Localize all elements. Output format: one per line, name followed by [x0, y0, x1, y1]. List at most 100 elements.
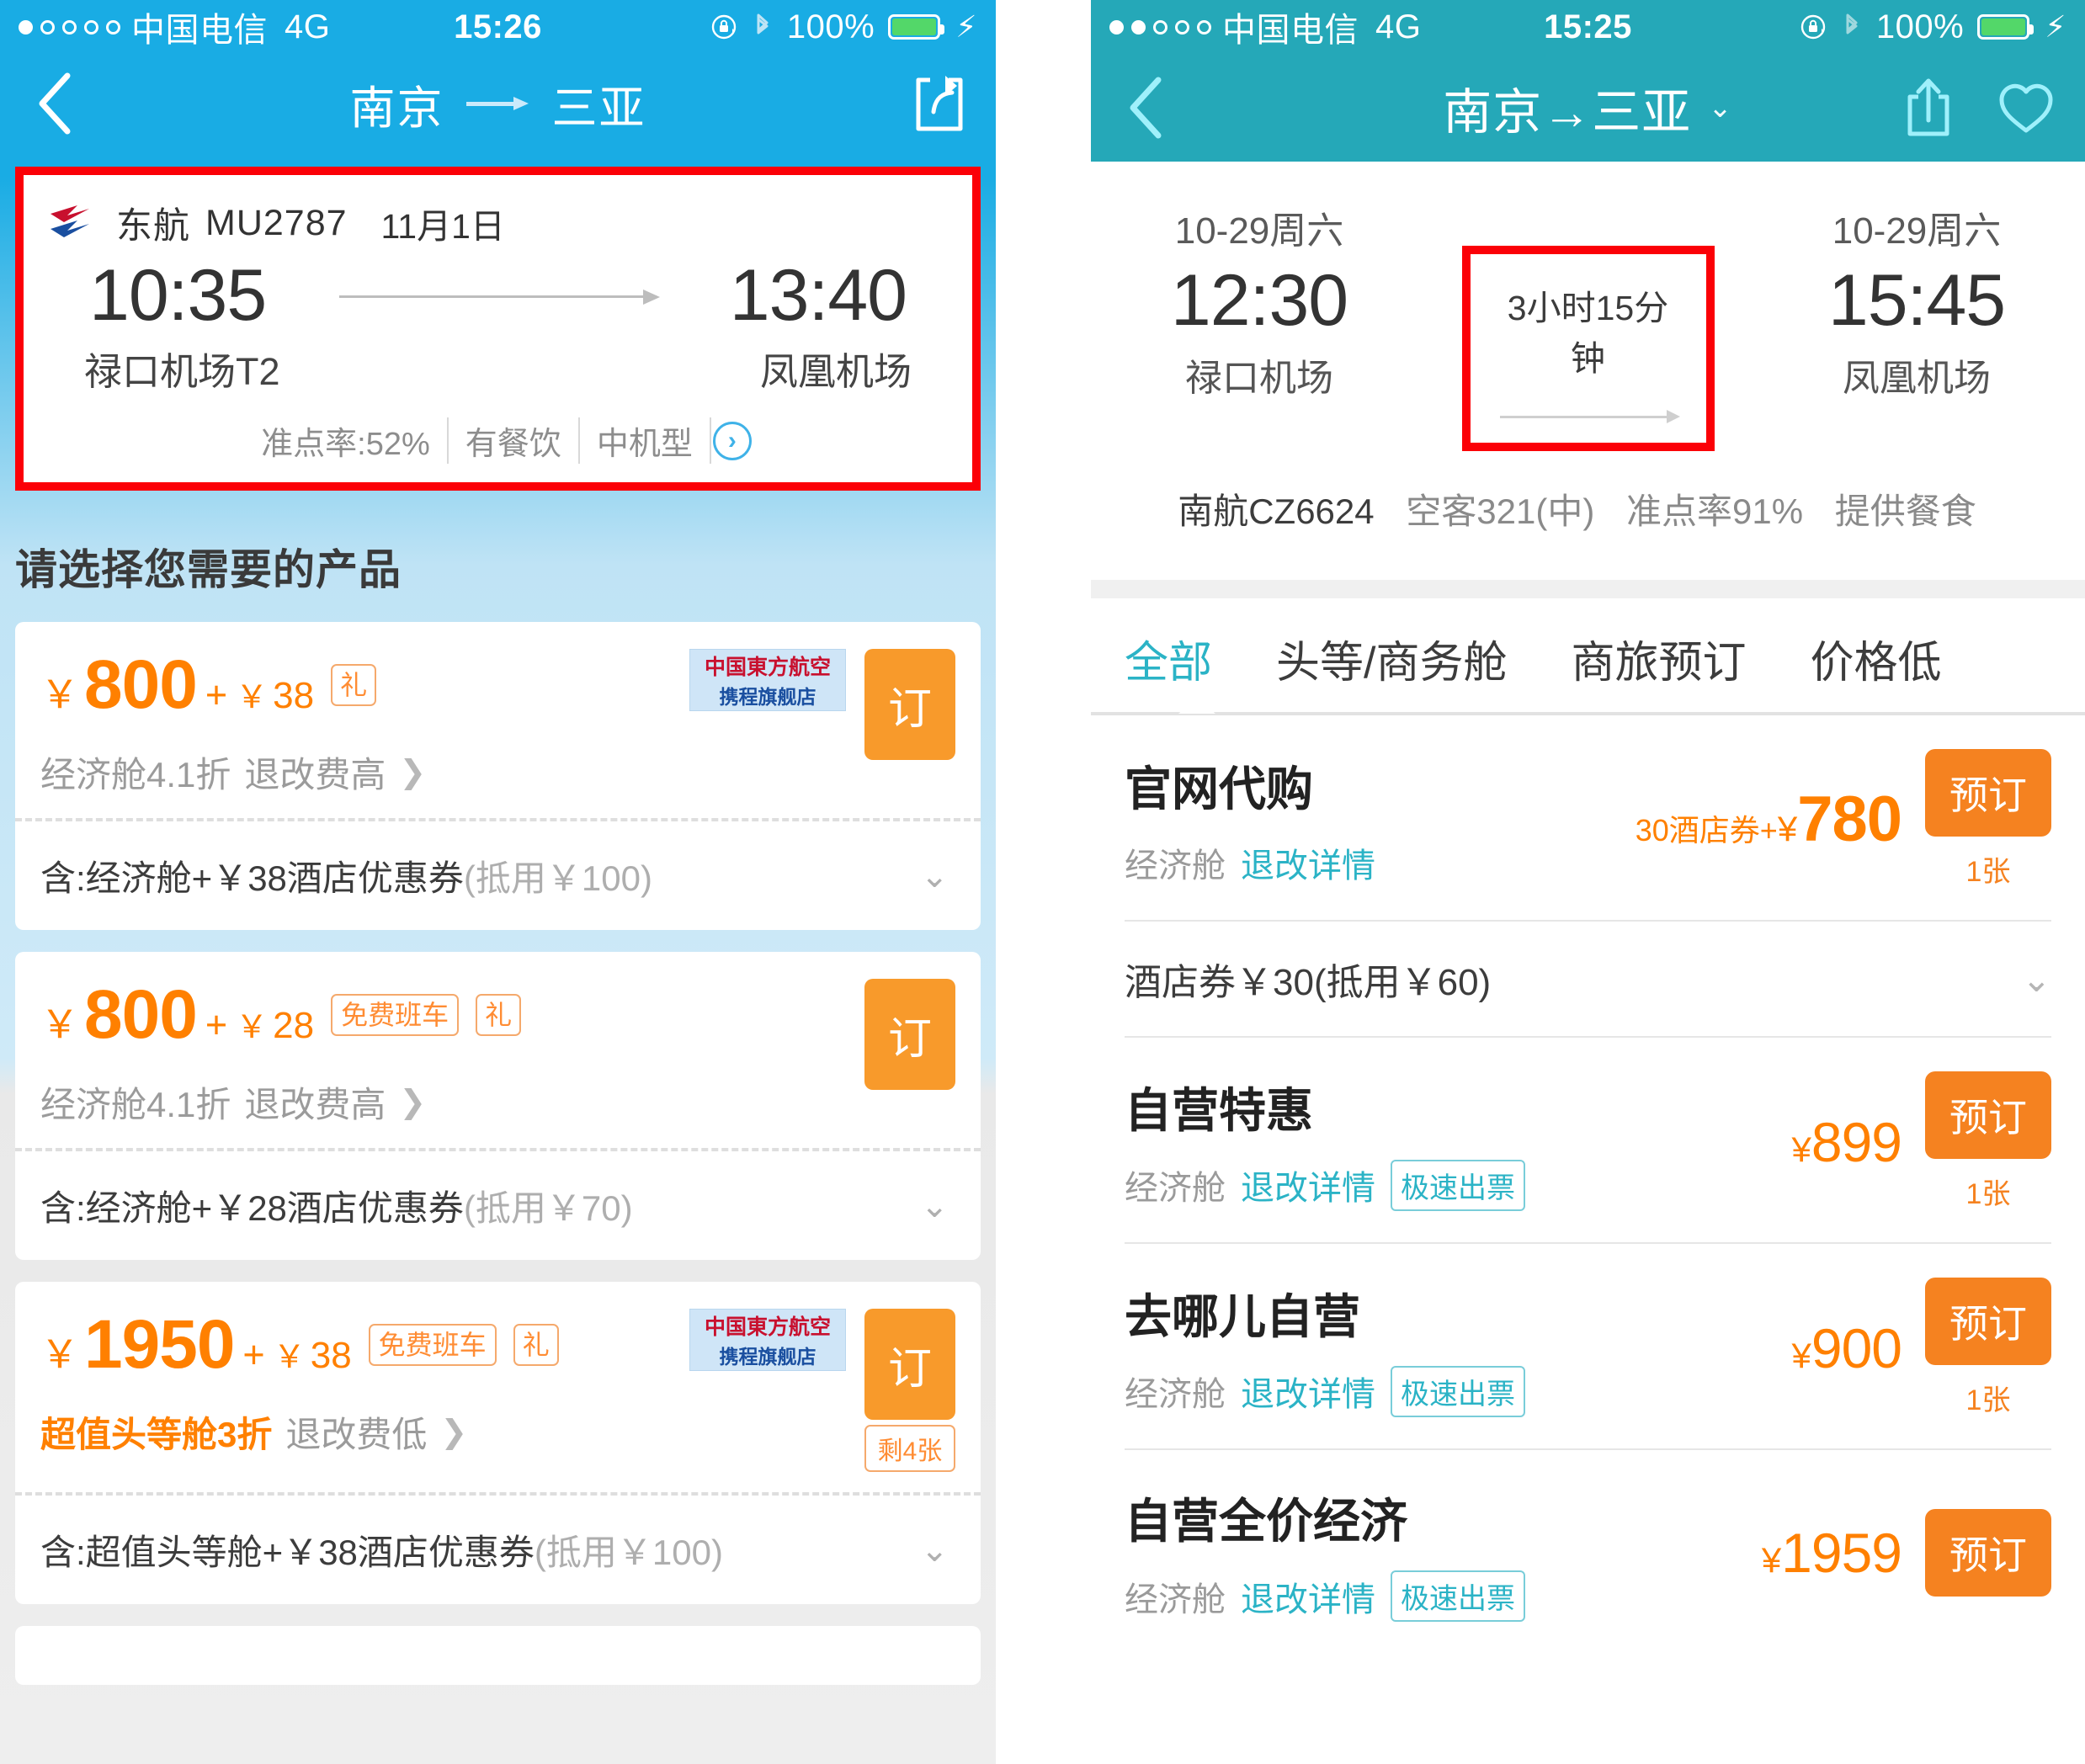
highlighted-flight-card[interactable]: 东航 MU2787 11月1日 10:35 13:40 禄口机场T2 凤凰机场 …	[15, 167, 981, 491]
offer-title: 去哪儿自营	[1125, 1289, 1360, 1343]
offer-price: 1959	[1781, 1522, 1902, 1584]
reserve-button[interactable]: 预订	[1925, 1278, 2051, 1365]
refund-policy-label: 退改费低	[285, 1415, 428, 1454]
offer-price-block: ¥ 900	[1792, 1316, 1902, 1380]
hotel-coupon-row[interactable]: 酒店券￥30(抵用￥60) ⌄	[1091, 922, 2085, 1036]
plus-symbol: +	[205, 673, 228, 716]
screenshot-gutter	[996, 0, 1091, 1764]
tab-business-travel[interactable]: 商旅预订	[1571, 627, 1746, 690]
product-price-row: ￥ 800 + ￥ 38 礼	[40, 646, 689, 725]
share-icon[interactable]	[1903, 77, 1954, 139]
flight-number-label: MU2787	[205, 202, 348, 243]
chevron-right-icon[interactable]: ❯	[399, 1083, 426, 1121]
chevron-down-icon[interactable]: ⌄	[920, 1187, 955, 1225]
product-actions: 中国東方航空 携程旗舰店 订	[689, 646, 955, 760]
carrier-flight-number: 南航CZ6624	[1178, 491, 1375, 531]
chevron-down-icon[interactable]: ⌄	[1708, 91, 1733, 125]
reserve-button-stack: 预订 1张	[1925, 1278, 2051, 1418]
offer-subtitle-row: 经济舱 退改详情 极速出票	[1125, 1365, 1792, 1417]
departure-airport: 禄口机场T2	[84, 350, 280, 393]
chevron-right-icon[interactable]: ❯	[399, 753, 426, 791]
reserve-button[interactable]: 预订	[1925, 749, 2051, 837]
product-include-row[interactable]: 含:超值头等舱+￥38酒店优惠券(抵用￥100) ⌄	[15, 1496, 981, 1604]
product-card[interactable]: ￥ 1950 + ￥ 38 免费班车 礼 超值头等舱3折 退改费低 ❯ 中国東方…	[15, 1282, 981, 1604]
product-include-row[interactable]: 含:经济舱+￥28酒店优惠券(抵用￥70) ⌄	[15, 1151, 981, 1260]
ontime-rate-label: 准点率:52%	[244, 417, 449, 464]
product-include-text: 含:超值头等舱+￥38酒店优惠券(抵用￥100)	[40, 1524, 723, 1575]
origin-city-label: 南京	[349, 82, 444, 134]
product-price: 800	[84, 646, 198, 723]
product-card-partial[interactable]	[15, 1626, 981, 1685]
chevron-right-icon[interactable]: ❯	[440, 1413, 467, 1451]
book-button[interactable]: 订	[864, 649, 955, 760]
reserve-button[interactable]: 预订	[1925, 1509, 2051, 1597]
offer-row[interactable]: 去哪儿自营 经济舱 退改详情 极速出票 ¥ 900 预订 1张	[1091, 1244, 2085, 1448]
coupon-prefix-label: 30酒店券+	[1635, 813, 1778, 847]
chevron-right-icon[interactable]: ›	[712, 421, 752, 460]
ticket-quantity-label: 1张	[1965, 1178, 2011, 1210]
arrival-airport: 凤凰机场	[759, 350, 912, 393]
offer-row[interactable]: 自营全价经济 经济舱 退改详情 极速出票 ¥ 1959 预订	[1091, 1450, 2085, 1652]
departure-date: 10-29周六	[1174, 210, 1344, 252]
offer-price-block: 30酒店券+ ¥ 780	[1635, 783, 1902, 856]
dual-screenshot-container: 中国电信 4G 15:26 100% ⚡ 南京 三亚 东航 MU2787 11月…	[0, 0, 2085, 1764]
product-desc-row[interactable]: 经济舱4.1折 退改费高 ❯	[40, 1076, 864, 1128]
offer-title: 自营特惠	[1125, 1083, 1313, 1137]
airline-store-badge-line2: 携程旗舰店	[719, 686, 816, 708]
rotation-lock-icon	[1799, 13, 1827, 41]
product-card[interactable]: ￥ 800 + ￥ 28 免费班车 礼 经济舱4.1折 退改费高 ❯ 订 含:经…	[15, 952, 981, 1260]
product-include-text: 含:经济舱+￥28酒店优惠券(抵用￥70)	[40, 1180, 633, 1231]
refund-details-link[interactable]: 退改详情	[1241, 838, 1375, 887]
product-include-row[interactable]: 含:经济舱+￥38酒店优惠券(抵用￥100) ⌄	[15, 821, 981, 930]
departure-time: 10:35	[89, 255, 267, 336]
refund-details-link[interactable]: 退改详情	[1241, 1367, 1375, 1416]
tab-first-business[interactable]: 头等/商务舱	[1276, 627, 1507, 690]
favorite-heart-icon[interactable]	[1997, 80, 2055, 135]
extra-currency-symbol: ￥	[236, 680, 269, 715]
product-extra-price: 38	[273, 675, 315, 716]
flight-meta-row[interactable]: 准点率:52% 有餐饮 中机型 ›	[49, 417, 947, 464]
cabin-discount-label: 经济舱4.1折	[40, 1085, 231, 1124]
book-button[interactable]: 订	[864, 979, 955, 1090]
left-nav-bar: 南京 三亚	[0, 54, 996, 153]
tabs-underline	[1091, 699, 2085, 715]
chevron-down-icon[interactable]: ⌄	[920, 857, 955, 895]
airline-store-badge-line1: 中国東方航空	[704, 656, 831, 679]
departure-time: 12:30	[1170, 260, 1348, 341]
cabin-label: 经济舱	[1125, 1581, 1226, 1618]
product-card[interactable]: ￥ 800 + ￥ 38 礼 经济舱4.1折 退改费高 ❯ 中国東方航空 携程旗…	[15, 622, 981, 930]
departure-block: 10-29周六 12:30 禄口机场	[1125, 200, 1394, 401]
duration-block: 3小时15分钟	[1449, 200, 1727, 451]
chevron-down-icon[interactable]: ⌄	[920, 1531, 955, 1570]
extra-currency-symbol: ￥	[236, 1010, 269, 1045]
include-discount-text: (抵用￥100)	[463, 858, 652, 898]
offer-subtitle-row: 经济舱 退改详情 极速出票	[1125, 1570, 1762, 1622]
offer-price: 900	[1811, 1316, 1902, 1379]
currency-symbol: ¥	[1791, 1129, 1811, 1169]
reserve-button[interactable]: 预订	[1925, 1071, 2051, 1159]
product-desc-row[interactable]: 经济舱4.1折 退改费高 ❯	[40, 747, 689, 798]
gift-tag: 礼	[331, 664, 377, 706]
include-discount-text: (抵用￥100)	[534, 1533, 723, 1572]
reserve-button-stack: 预订 1张	[1925, 1071, 2051, 1212]
page-title: 南京 三亚	[0, 71, 996, 137]
share-icon[interactable]	[912, 73, 965, 134]
flight-duration: 3小时15分钟	[1507, 289, 1669, 378]
include-main-text: 含:超值头等舱+￥38酒店优惠券	[40, 1533, 535, 1572]
product-desc-row[interactable]: 超值头等舱3折 退改费低 ❯	[40, 1406, 689, 1458]
chevron-down-icon[interactable]: ⌄	[2022, 959, 2051, 1000]
plus-symbol: +	[242, 1333, 265, 1376]
cabin-discount-label: 超值头等舱3折	[40, 1415, 273, 1454]
tab-all[interactable]: 全部	[1125, 627, 1212, 690]
book-button[interactable]: 订	[864, 1309, 955, 1420]
refund-details-link[interactable]: 退改详情	[1241, 1161, 1375, 1209]
offer-price-block: ¥ 1959	[1762, 1521, 1902, 1585]
offer-row[interactable]: 官网代购 经济舱 退改详情 30酒店券+ ¥ 780 预订 1张	[1091, 715, 2085, 920]
offer-row[interactable]: 自营特惠 经济舱 退改详情 极速出票 ¥ 899 预订 1张	[1091, 1038, 2085, 1242]
refund-details-link[interactable]: 退改详情	[1241, 1572, 1375, 1621]
right-nav-bar: 南京→三亚 ⌄	[1091, 54, 2085, 162]
currency-symbol: ￥	[40, 1002, 79, 1046]
gift-tag: 礼	[476, 994, 522, 1036]
tab-low-price[interactable]: 价格低	[1810, 627, 1941, 690]
book-button-stack: 订 剩4张	[864, 1309, 955, 1472]
